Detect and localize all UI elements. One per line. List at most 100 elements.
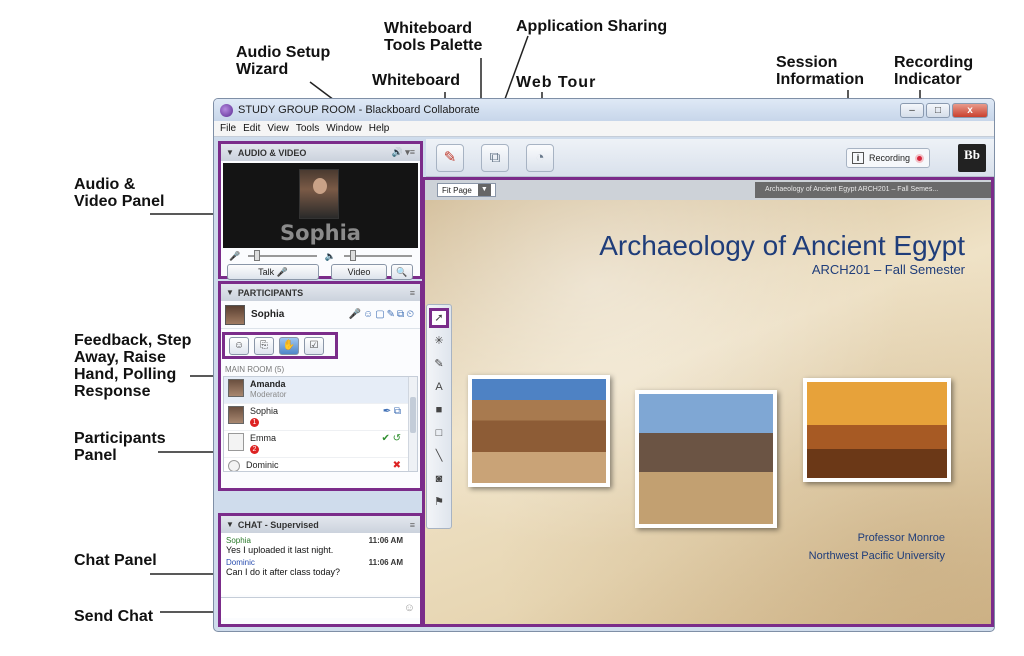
participant-name: Amanda [250,379,286,389]
participant-name: Sophia [250,406,279,416]
whiteboard-bar: Fit Page ▼ Archaeology of Ancient Egypt … [425,180,991,200]
menu-bar: File Edit View Tools Window Help [214,121,994,137]
menu-view[interactable]: View [267,123,289,134]
audio-setup-wizard-icon[interactable]: 🔊 ▾≡ [392,147,415,158]
slide-professor: Professor Monroe [857,532,945,544]
whiteboard-area[interactable]: Fit Page ▼ Archaeology of Ancient Egypt … [422,177,994,627]
callout-feedback: Feedback, Step Away, Raise Hand, Polling… [74,332,192,400]
maximize-button[interactable]: □ [926,102,950,118]
whiteboard-tools-palette: ➚ ✳ ✎ A ■ □ ╲ ◙ ⚑ [426,304,452,529]
chat-message: Sophia 11:06 AM Yes I uploaded it last n… [226,536,415,555]
chat-text: Yes I uploaded it last night. [226,545,334,555]
speaker-slider[interactable] [343,250,412,261]
callout-participants-panel: Participants Panel [74,430,166,464]
panel-menu-icon[interactable]: ≡ [410,520,415,530]
window-controls: – □ x [900,102,988,118]
app-window: STUDY GROUP ROOM - Blackboard Collaborat… [213,98,995,632]
menu-edit[interactable]: Edit [243,123,260,134]
slide-title-bar: Archaeology of Ancient Egypt ARCH201 – F… [755,182,991,198]
menu-tools[interactable]: Tools [296,123,319,134]
chevron-down-icon: ▼ [477,184,491,196]
fit-page-select[interactable]: Fit Page ▼ [437,183,496,197]
fit-page-label: Fit Page [442,185,472,195]
participant-name: Dominic [246,460,279,470]
menu-window[interactable]: Window [326,123,362,134]
pyramids-photo [803,378,951,482]
blackboard-logo: Bb [958,144,986,172]
screen-capture-icon[interactable]: ◙ [429,469,449,489]
chat-title: CHAT - Supervised [237,519,319,530]
callout-whiteboard: Whiteboard [372,72,460,89]
line-icon[interactable]: ╲ [429,446,449,466]
text-tool-icon[interactable]: A [429,377,449,397]
list-item[interactable]: Dominic ✖ [224,458,417,471]
close-button[interactable]: x [952,102,988,118]
feedback-controls: ☺ ⎘ ✋ ☑ [222,332,338,359]
list-item[interactable]: Sophia 1 ✒ ⧉ [224,404,417,431]
chat-messages: Sophia 11:06 AM Yes I uploaded it last n… [221,533,420,595]
callout-audio-setup-wizard: Audio Setup Wizard [236,44,331,78]
callout-web-tour: Web Tour [516,74,597,91]
audio-video-header[interactable]: ▼ AUDIO & VIDEO 🔊 ▾≡ [221,144,420,161]
clip-art-icon[interactable]: ⚑ [429,492,449,512]
session-information-button[interactable]: i Recording [846,148,931,168]
microphone-slider[interactable] [248,250,317,261]
participant-status-icons: ✖ [392,460,401,471]
pointer-icon[interactable]: ✳ [429,331,449,351]
speaker-icon: 🔈 [324,250,336,261]
recording-indicator-icon [915,153,925,163]
collapse-triangle-icon[interactable]: ▼ [226,148,234,157]
menu-help[interactable]: Help [369,123,390,134]
list-item[interactable]: Emma 2 ✔ ↺ [224,431,417,458]
participants-panel: ▼ PARTICIPANTS ≡ Sophia 🎤☺▢✎⧉⏲ ☺ ⎘ ✋ ☑ M… [218,281,423,491]
application-sharing-icon[interactable]: ⧉ [481,144,509,172]
send-chat-area: ☺ [221,597,420,618]
rectangle-icon[interactable]: □ [429,423,449,443]
audio-video-title: AUDIO & VIDEO [237,147,307,158]
minimize-button[interactable]: – [900,102,924,118]
collapse-triangle-icon[interactable]: ▼ [226,520,234,529]
panel-menu-icon[interactable]: ≡ [410,288,415,298]
chat-sender: Sophia [226,536,251,545]
video-display: Sophia [223,163,418,248]
abu-simbel-photo [468,375,610,487]
step-away-button[interactable]: ⎘ [254,336,274,355]
pen-icon[interactable]: ✎ [429,354,449,374]
slide-subtitle: ARCH201 – Fall Semester [811,262,965,277]
left-column: ▼ AUDIO & VIDEO 🔊 ▾≡ Sophia 🎤 🔈 Talk 🎤 V… [218,141,423,627]
avatar [228,460,240,471]
participant-name: Emma [250,433,277,443]
chat-input[interactable] [221,598,420,618]
callout-session-information: Session Information [776,54,864,88]
polling-response-button[interactable]: ☑ [304,336,324,355]
select-arrow-icon[interactable]: ➚ [429,308,449,328]
web-tour-icon[interactable]: ◔ [526,144,554,172]
chat-panel: ▼ CHAT - Supervised ≡ Sophia 11:06 AM Ye… [218,513,423,627]
audio-video-panel: ▼ AUDIO & VIDEO 🔊 ▾≡ Sophia 🎤 🔈 Talk 🎤 V… [218,141,423,280]
title-bar: STUDY GROUP ROOM - Blackboard Collaborat… [214,99,994,121]
raised-hand-badge: 1 [250,418,259,427]
magnifier-icon[interactable]: 🔍 [391,264,413,280]
feedback-emoticon-button[interactable]: ☺ [229,336,249,355]
participants-header[interactable]: ▼ PARTICIPANTS ≡ [221,284,420,301]
callout-application-sharing: Application Sharing [516,18,668,35]
callout-recording-indicator: Recording Indicator [894,54,974,88]
emoticon-icon[interactable]: ☺ [404,602,415,614]
collapse-triangle-icon[interactable]: ▼ [226,288,234,297]
avatar [228,406,244,424]
presentation-slide: Archaeology of Ancient Egypt ARCH201 – F… [425,200,991,624]
slide-title: Archaeology of Ancient Egypt [599,230,965,261]
microphone-talk-icon: 🎤 [276,267,288,277]
video-speaker-name: Sophia [280,221,361,245]
talk-button[interactable]: Talk 🎤 [227,264,319,280]
info-icon: i [852,152,864,164]
raise-hand-button[interactable]: ✋ [279,336,299,355]
menu-file[interactable]: File [220,123,236,134]
main-toolbar: ✎ ⧉ ◔ i Recording Bb [426,139,994,177]
whiteboard-icon[interactable]: ✎ [436,144,464,172]
chat-header[interactable]: ▼ CHAT - Supervised ≡ [221,516,420,533]
filled-rectangle-icon[interactable]: ■ [429,400,449,420]
participant-scrollbar[interactable] [408,377,417,471]
list-item[interactable]: Amanda Moderator [224,377,417,404]
video-button[interactable]: Video [331,264,387,280]
